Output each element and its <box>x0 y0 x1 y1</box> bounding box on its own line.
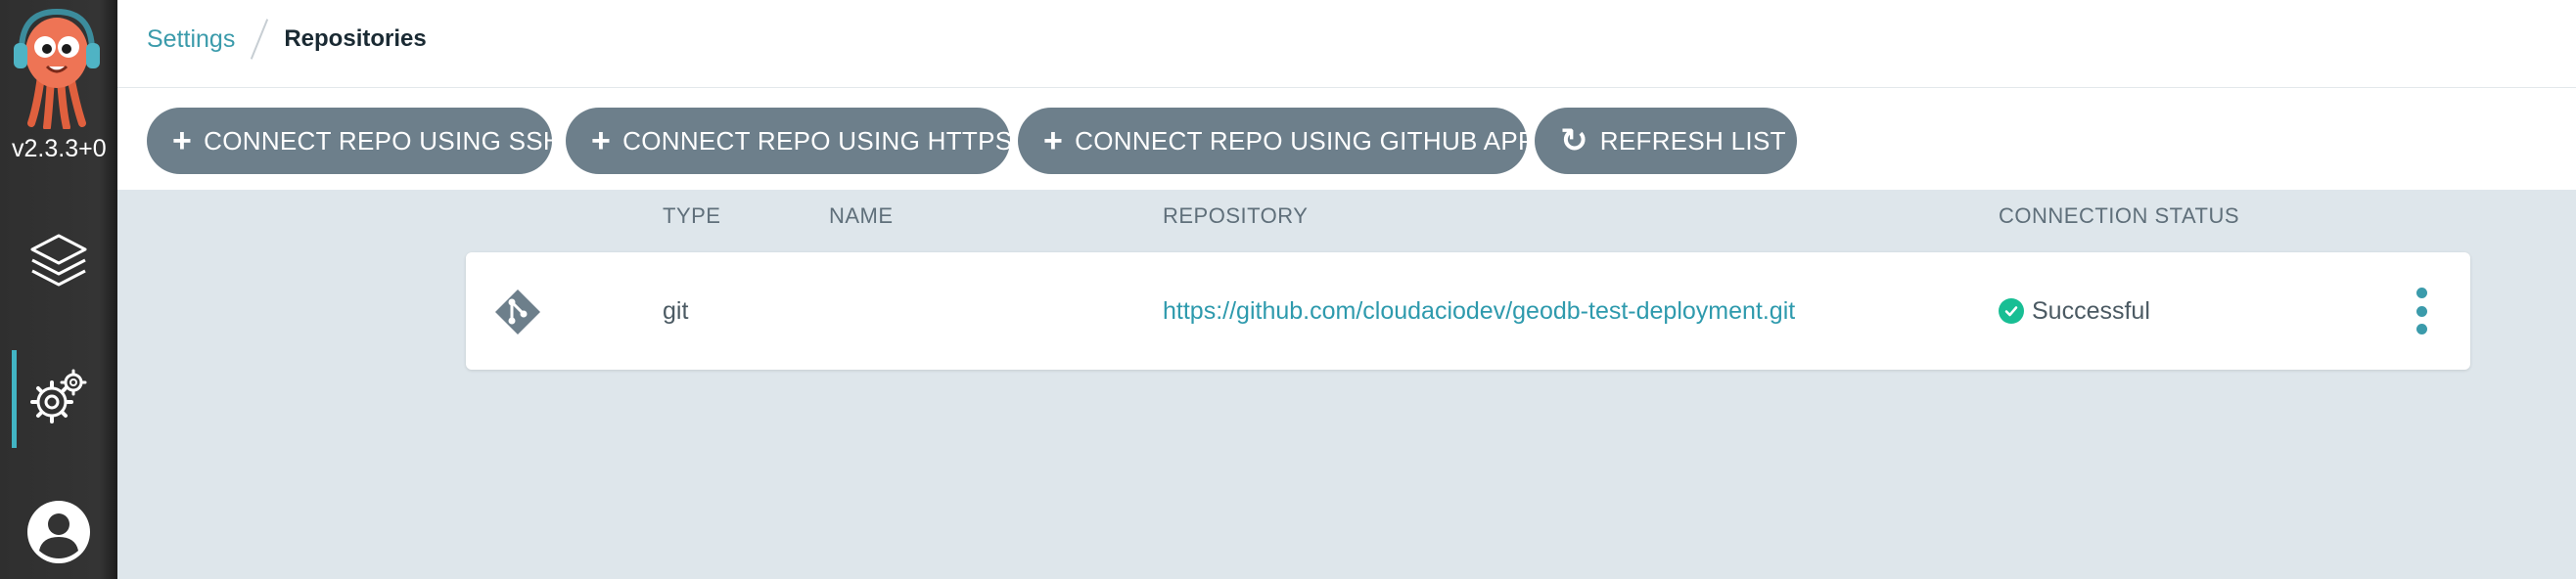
breadcrumb: Settings Repositories <box>147 0 427 78</box>
connect-ssh-button[interactable]: + CONNECT REPO USING SSH <box>147 108 562 174</box>
table-row[interactable]: git https://github.com/cloudaciodev/geod… <box>466 252 2470 370</box>
connect-github-app-button[interactable]: + CONNECT REPO USING GITHUB APP <box>1018 108 1535 174</box>
nav-user-info[interactable] <box>0 485 117 579</box>
toolbar: + CONNECT REPO USING SSH + CONNECT REPO … <box>117 88 2576 190</box>
connection-status: Successful <box>1999 252 2150 370</box>
repo-type: git <box>663 296 689 325</box>
repo-url-link[interactable]: https://github.com/cloudaciodev/geodb-te… <box>1163 252 1795 370</box>
column-header-repository: REPOSITORY <box>1163 203 1309 228</box>
sidebar: v2.3.3+0 <box>0 0 117 579</box>
plus-icon: + <box>172 122 193 159</box>
nav-settings[interactable] <box>0 350 117 448</box>
argo-logo[interactable] <box>12 8 106 131</box>
column-header-connection-status: CONNECTION STATUS <box>1999 203 2240 228</box>
refresh-list-label: REFRESH LIST <box>1599 125 1786 156</box>
connect-https-button[interactable]: + CONNECT REPO USING HTTPS <box>566 108 1013 174</box>
breadcrumb-settings-link[interactable]: Settings <box>147 25 235 54</box>
refresh-list-button[interactable]: ↻ REFRESH LIST <box>1535 108 1797 174</box>
plus-icon: + <box>591 122 612 159</box>
row-actions-menu-icon[interactable] <box>2412 288 2431 334</box>
check-circle-icon <box>1999 298 2024 324</box>
gears-icon <box>28 367 89 432</box>
plus-icon: + <box>1043 122 1064 159</box>
connect-ssh-label: CONNECT REPO USING SSH <box>204 125 562 156</box>
version-label: v2.3.3+0 <box>12 135 107 162</box>
page-header: Settings Repositories <box>117 0 2576 88</box>
connect-github-app-label: CONNECT REPO USING GITHUB APP <box>1075 125 1536 156</box>
connection-status-label: Successful <box>2032 296 2150 325</box>
active-indicator <box>12 350 17 448</box>
git-icon <box>493 288 542 336</box>
connect-https-label: CONNECT REPO USING HTTPS <box>622 125 1013 156</box>
refresh-icon: ↻ <box>1560 122 1588 159</box>
page-title: Repositories <box>284 25 427 52</box>
breadcrumb-separator <box>251 19 269 60</box>
column-header-type: TYPE <box>663 203 721 228</box>
user-icon <box>26 500 91 569</box>
layers-icon <box>28 230 89 295</box>
column-header-name: NAME <box>829 203 894 228</box>
nav-applications[interactable] <box>0 213 117 311</box>
